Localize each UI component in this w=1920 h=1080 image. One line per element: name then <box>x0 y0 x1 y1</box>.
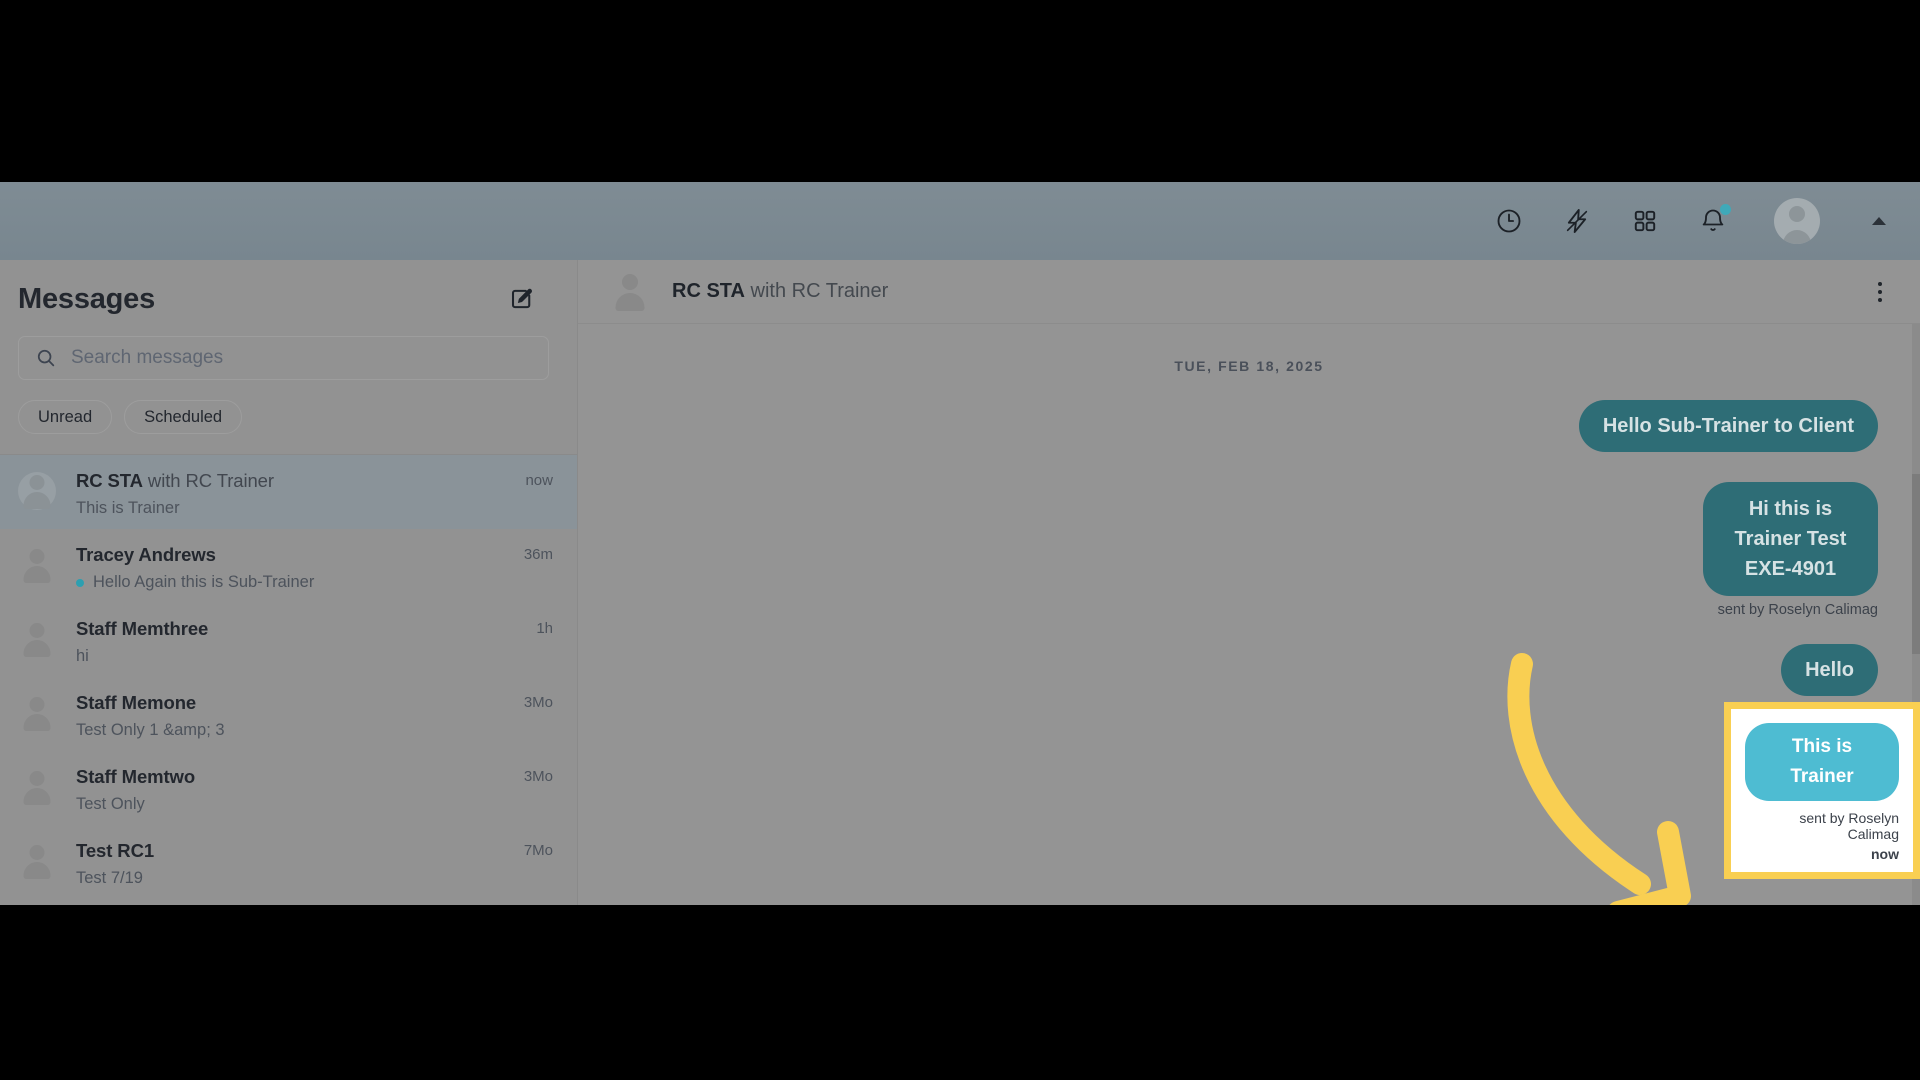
message-bubble[interactable]: This is Trainer <box>1745 723 1899 801</box>
message-row: Hello <box>620 644 1878 696</box>
conversation-list-item[interactable]: Tracey Andrews Hello Again this is Sub-T… <box>0 529 577 603</box>
conversation-timestamp: 3Mo <box>523 694 553 711</box>
filter-pill-group: Unread Scheduled <box>18 380 577 454</box>
clock-history-icon[interactable] <box>1494 206 1524 236</box>
conversation-name: Staff Memthree <box>76 618 209 639</box>
notification-badge-dot <box>1720 204 1731 215</box>
conversation-title: RC STA with RC Trainer <box>76 470 505 492</box>
message-row: Hello Sub-Trainer to Client <box>620 400 1878 452</box>
chevron-down-icon[interactable] <box>1872 217 1886 225</box>
sidebar-header: Messages <box>18 260 577 330</box>
message-bubble[interactable]: Hello Sub-Trainer to Client <box>1578 400 1878 452</box>
conversation-timestamp: 7Mo <box>523 842 553 859</box>
conversation-timestamp: 36m <box>523 546 553 563</box>
conversation-list-item[interactable]: Staff Memtwo Test Only 3Mo <box>0 751 577 825</box>
topbar-icon-group <box>1494 198 1896 244</box>
chat-header: RC STA with RC Trainer <box>578 260 1920 324</box>
conversation-preview: Test Only <box>76 795 145 813</box>
conversation-title: Staff Memtwo <box>76 766 504 788</box>
conversation-name: Staff Memone <box>76 692 197 713</box>
conversation-list-item[interactable]: Staff Memthree hi 1h <box>0 603 577 677</box>
avatar <box>18 768 56 806</box>
conversation-preview: Hello Again this is Sub-Trainer <box>93 573 315 591</box>
conversation-timestamp: 1h <box>536 620 553 637</box>
conversation-preview: Test Only 1 &amp; 3 <box>76 721 225 739</box>
conversation-preview-row: Test Only 1 &amp; 3 <box>76 721 504 740</box>
avatar <box>18 842 56 880</box>
conversation-list-item[interactable]: Staff Memone Test Only 1 &amp; 3 3Mo <box>0 677 577 751</box>
chat-title: RC STA with RC Trainer <box>672 280 888 303</box>
filter-pill-unread[interactable]: Unread <box>18 400 113 434</box>
search-icon <box>35 347 57 369</box>
avatar <box>18 472 56 510</box>
search-container: Search messages <box>18 330 577 380</box>
avatar <box>610 272 650 312</box>
avatar <box>18 694 56 732</box>
avatar <box>18 546 56 584</box>
conversation-preview: This is Trainer <box>76 499 180 517</box>
filter-pill-scheduled[interactable]: Scheduled <box>124 400 243 434</box>
conversation-title: Tracey Andrews <box>76 544 504 566</box>
conversation-preview-row: Hello Again this is Sub-Trainer <box>76 573 504 592</box>
conversation-list: RC STA with RC Trainer This is Trainer n… <box>0 455 577 899</box>
bell-icon[interactable] <box>1698 204 1731 236</box>
message-thread: TUE, FEB 18, 2025 Hello Sub-Trainer to C… <box>578 324 1920 905</box>
message-bubble[interactable]: Hi this is Trainer Test EXE-4901 <box>1703 482 1878 596</box>
date-separator: TUE, FEB 18, 2025 <box>1174 358 1324 374</box>
message-bubble[interactable]: Hello <box>1781 644 1878 696</box>
messages-sidebar: Messages Search messages Unread Schedule… <box>0 260 578 905</box>
avatar <box>18 620 56 658</box>
message-timestamp: now <box>1871 846 1899 862</box>
search-placeholder: Search messages <box>71 347 224 368</box>
application-viewport: Messages Search messages Unread Schedule… <box>0 182 1920 905</box>
chat-scrollbar-thumb[interactable] <box>1912 474 1920 654</box>
highlighted-message-card: This is Trainer sent by Roselyn Calimag … <box>1724 702 1920 879</box>
conversation-preview-row: hi <box>76 647 516 666</box>
conversation-list-item[interactable]: Test RC1 Test 7/19 7Mo <box>0 825 577 899</box>
conversation-name: Staff Memtwo <box>76 766 196 787</box>
chat-contact-name: RC STA <box>672 280 745 302</box>
chat-contact-with: with RC Trainer <box>744 280 889 302</box>
message-sent-by: sent by Roselyn Calimag <box>1717 602 1878 618</box>
conversation-title: Staff Memone <box>76 692 504 714</box>
conversation-name: RC STA <box>76 470 143 491</box>
conversation-preview: hi <box>76 647 89 665</box>
conversation-title: Staff Memthree <box>76 618 516 640</box>
conversation-list-item[interactable]: RC STA with RC Trainer This is Trainer n… <box>0 455 577 529</box>
conversation-timestamp: 3Mo <box>523 768 553 785</box>
conversation-name: Test RC1 <box>76 840 155 861</box>
message-sent-by: sent by Roselyn Calimag <box>1799 810 1899 842</box>
avatar[interactable] <box>1774 198 1820 244</box>
conversation-name: Tracey Andrews <box>76 544 216 565</box>
screenshot-root: Messages Search messages Unread Schedule… <box>0 0 1920 1080</box>
lightning-bolt-icon[interactable] <box>1562 206 1592 236</box>
conversation-preview-row: Test Only <box>76 795 504 814</box>
conversation-preview: Test 7/19 <box>76 869 143 887</box>
conversation-timestamp: now <box>525 472 553 489</box>
search-input[interactable]: Search messages <box>18 336 549 380</box>
message-row: This is Trainer <box>1745 723 1899 801</box>
compose-edit-icon[interactable] <box>505 282 539 316</box>
conversation-with: with RC Trainer <box>142 470 274 491</box>
conversation-preview-row: Test 7/19 <box>76 869 504 888</box>
unread-indicator-dot <box>76 578 84 587</box>
page-title: Messages <box>18 282 156 315</box>
conversation-preview-row: This is Trainer <box>76 499 505 518</box>
message-row: Hi this is Trainer Test EXE-4901 <box>620 482 1878 596</box>
chat-panel: RC STA with RC Trainer TUE, FEB 18, 2025… <box>578 260 1920 905</box>
kebab-menu-icon[interactable] <box>1870 276 1890 308</box>
app-body: Messages Search messages Unread Schedule… <box>0 260 1920 905</box>
app-topbar <box>0 182 1920 260</box>
conversation-title: Test RC1 <box>76 840 504 862</box>
apps-grid-icon[interactable] <box>1630 206 1660 236</box>
